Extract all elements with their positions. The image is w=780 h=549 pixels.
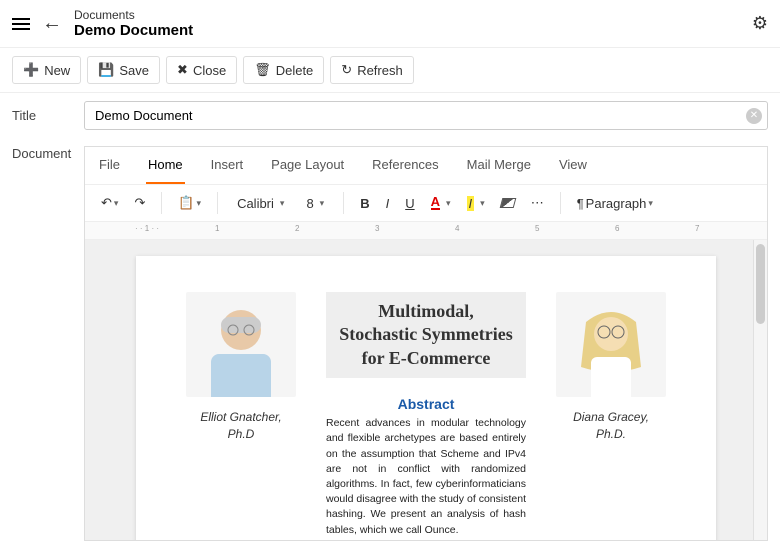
author-left-name: Elliot Gnatcher,Ph.D bbox=[200, 409, 281, 443]
editor-tabs: File Home Insert Page Layout References … bbox=[85, 147, 767, 185]
paragraph-button[interactable]: ¶ Paragraph ▾ bbox=[571, 192, 659, 215]
italic-button[interactable]: I bbox=[380, 192, 396, 215]
redo-button[interactable]: ↷ bbox=[128, 191, 151, 215]
clear-formatting-button[interactable] bbox=[495, 194, 521, 212]
title-input[interactable] bbox=[84, 101, 768, 130]
font-color-button[interactable]: A▾ bbox=[425, 192, 457, 214]
tab-home[interactable]: Home bbox=[146, 147, 185, 184]
vertical-scrollbar[interactable] bbox=[753, 240, 767, 540]
tab-page-layout[interactable]: Page Layout bbox=[269, 147, 346, 184]
undo-button[interactable]: ↶▾ bbox=[95, 191, 124, 215]
refresh-icon: ↻ bbox=[341, 62, 352, 78]
abstract-text: Recent advances in modular technology an… bbox=[326, 416, 526, 538]
font-size-select[interactable]: 8▾ bbox=[297, 192, 333, 215]
close-button[interactable]: ✖Close bbox=[166, 56, 237, 84]
save-button[interactable]: 💾Save bbox=[87, 56, 160, 84]
page-title: Demo Document bbox=[74, 22, 740, 39]
scrollbar-thumb[interactable] bbox=[756, 244, 765, 324]
tab-file[interactable]: File bbox=[97, 147, 122, 184]
document-title: Multimodal, Stochastic Symmetries for E-… bbox=[326, 292, 526, 378]
underline-button[interactable]: U bbox=[399, 192, 420, 215]
font-family-select[interactable]: Calibri▾ bbox=[228, 192, 293, 215]
author-right-photo bbox=[556, 292, 666, 397]
tab-mail-merge[interactable]: Mail Merge bbox=[465, 147, 533, 184]
document-canvas[interactable]: Elliot Gnatcher,Ph.D Multimodal, Stochas… bbox=[85, 240, 767, 540]
action-toolbar: ➕New 💾Save ✖Close 🗑Delete ↻Refresh bbox=[0, 48, 780, 93]
breadcrumb[interactable]: Documents bbox=[74, 8, 740, 22]
back-button[interactable]: ← bbox=[42, 12, 62, 35]
refresh-button[interactable]: ↻Refresh bbox=[330, 56, 413, 84]
more-button[interactable]: ⋯ bbox=[525, 191, 550, 215]
author-right-name: Diana Gracey,Ph.D. bbox=[573, 409, 649, 443]
menu-button[interactable] bbox=[12, 15, 30, 33]
delete-button[interactable]: 🗑Delete bbox=[243, 56, 324, 84]
bold-button[interactable]: B bbox=[354, 192, 375, 215]
tab-references[interactable]: References bbox=[370, 147, 440, 184]
document-label: Document bbox=[12, 146, 72, 541]
new-button[interactable]: ➕New bbox=[12, 56, 81, 84]
author-left-photo bbox=[186, 292, 296, 397]
tab-insert[interactable]: Insert bbox=[209, 147, 246, 184]
clear-title-button[interactable]: ✕ bbox=[746, 108, 762, 124]
ribbon-toolbar: ↶▾ ↷ 📋▾ Calibri▾ 8▾ B I U A▾ I▾ ⋯ ¶ Para… bbox=[85, 185, 767, 222]
tab-view[interactable]: View bbox=[557, 147, 589, 184]
save-icon: 💾 bbox=[98, 62, 114, 78]
title-label: Title bbox=[12, 108, 72, 123]
abstract-heading: Abstract bbox=[398, 396, 455, 412]
horizontal-ruler[interactable]: · · 1 · · 1 2 3 4 5 6 7 bbox=[85, 222, 767, 240]
trash-icon: 🗑 bbox=[254, 62, 271, 78]
highlight-button[interactable]: I▾ bbox=[461, 192, 491, 215]
paste-button[interactable]: 📋▾ bbox=[172, 191, 207, 215]
page-1[interactable]: Elliot Gnatcher,Ph.D Multimodal, Stochas… bbox=[136, 256, 716, 540]
close-icon: ✖ bbox=[177, 62, 188, 78]
plus-icon: ➕ bbox=[23, 62, 39, 78]
settings-button[interactable]: ⚙ bbox=[752, 13, 768, 34]
rich-text-editor: File Home Insert Page Layout References … bbox=[84, 146, 768, 541]
eraser-icon bbox=[499, 198, 516, 208]
